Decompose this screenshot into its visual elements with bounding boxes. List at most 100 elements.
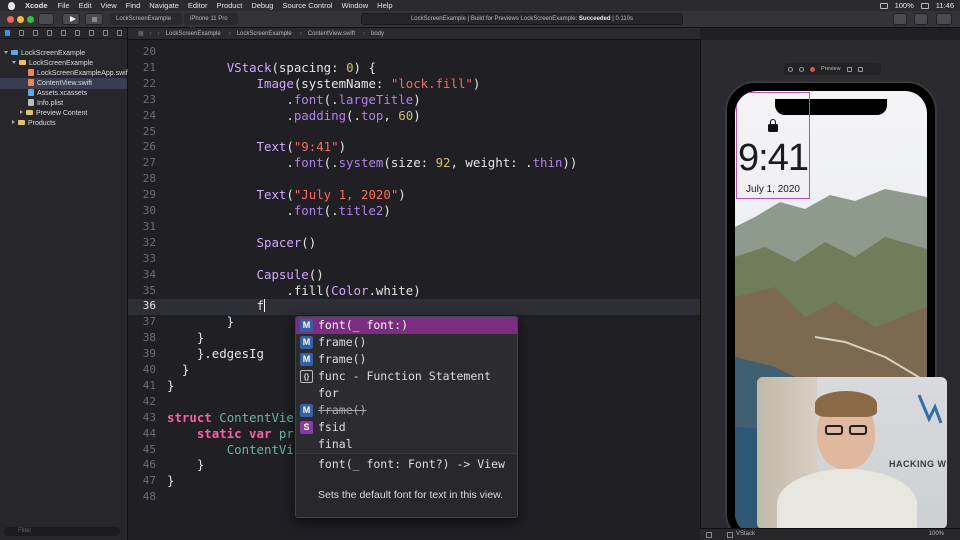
duplicate-preview-icon[interactable] [857, 66, 863, 72]
code-line[interactable]: VStack(spacing: 0) { [167, 60, 376, 75]
code-line[interactable]: } [167, 473, 174, 488]
completion-item[interactable]: Mframe() [296, 334, 517, 351]
menu-item-find[interactable]: Find [126, 0, 141, 11]
completion-item[interactable]: Mframe() [296, 351, 517, 368]
menu-item-editor[interactable]: Editor [188, 0, 208, 11]
report-tab-icon[interactable] [117, 30, 122, 36]
code-token: ) [338, 139, 347, 155]
issue-tab-icon[interactable] [61, 30, 66, 36]
find-tab-icon[interactable] [47, 30, 52, 36]
menu-app-name[interactable]: Xcode [25, 0, 48, 11]
menu-item-window[interactable]: Window [341, 0, 368, 11]
breakpoint-tab-icon[interactable] [103, 30, 108, 36]
breadcrumb-item[interactable]: ContentView.swift [308, 28, 355, 39]
live-preview-icon[interactable] [788, 66, 793, 72]
code-review-button[interactable] [914, 13, 928, 25]
code-token: (. [346, 107, 361, 123]
completion-item[interactable]: final [296, 436, 517, 453]
struct-icon: S [300, 421, 313, 434]
back-icon[interactable]: ‹ [150, 28, 152, 39]
pin-icon[interactable] [706, 532, 712, 538]
navigator-toggle-button[interactable] [38, 13, 54, 25]
disclosure-icon[interactable] [12, 61, 16, 64]
test-tab-icon[interactable] [75, 30, 80, 36]
code-line[interactable]: Capsule() [167, 267, 324, 282]
selected-view-label[interactable]: VStack [736, 529, 755, 540]
completion-item[interactable]: {} func - Function Statement [296, 368, 517, 385]
menu-item-product[interactable]: Product [216, 0, 242, 11]
code-token: static var [196, 425, 272, 441]
completion-item[interactable]: for [296, 385, 517, 402]
code-line[interactable]: } [167, 330, 204, 345]
disclosure-icon[interactable] [4, 51, 8, 54]
method-icon: M [300, 353, 313, 366]
line-number: 29 [142, 188, 156, 202]
code-line[interactable]: static var pr [167, 426, 294, 441]
code-line[interactable]: Text("9:41") [167, 139, 347, 155]
forward-icon[interactable]: › [158, 28, 160, 39]
screen-icon[interactable] [879, 2, 888, 9]
inspector-toggle-button[interactable] [936, 13, 952, 25]
code-token: ContentVi [226, 441, 294, 457]
code-line[interactable]: .padding(.top, 60) [167, 107, 420, 123]
completion-item[interactable]: Mframe() [296, 402, 517, 419]
code-line[interactable]: .font(.largeTitle) [167, 91, 420, 107]
breadcrumb-item[interactable]: LockScreenExample [166, 28, 221, 39]
code-line[interactable]: ContentVi [167, 442, 294, 457]
code-line[interactable]: Spacer() [167, 235, 317, 250]
code-line[interactable]: .font(.title2) [167, 203, 390, 218]
code-line[interactable]: } [167, 378, 174, 393]
close-window-button[interactable] [7, 16, 14, 23]
menu-item-debug[interactable]: Debug [251, 0, 273, 11]
code-line[interactable]: } [167, 362, 189, 377]
code-line[interactable]: .fill(Color.white) [167, 283, 420, 298]
completion-description: Sets the default font for text in this v… [318, 489, 504, 501]
zoom-window-button[interactable] [27, 16, 34, 23]
menu-item-source-control[interactable]: Source Control [282, 0, 332, 11]
breadcrumb-item[interactable]: LockScreenExample [237, 28, 292, 39]
breadcrumb-item[interactable]: body [371, 28, 384, 39]
destination-selector[interactable]: iPhone 11 Pro Max [184, 13, 238, 34]
library-button[interactable] [893, 13, 907, 25]
menu-item-view[interactable]: View [101, 0, 117, 11]
line-number: 26 [142, 140, 156, 154]
debug-tab-icon[interactable] [89, 30, 94, 36]
disclosure-icon[interactable] [20, 110, 23, 114]
stop-button[interactable] [85, 13, 103, 25]
code-line[interactable]: Text("July 1, 2020") [167, 187, 406, 202]
navigator-filter-input[interactable]: Filter [4, 527, 120, 536]
apple-icon[interactable] [8, 1, 15, 10]
source-control-tab-icon[interactable] [19, 30, 24, 36]
menu-item-file[interactable]: File [58, 0, 70, 11]
preview-label[interactable]: Preview [821, 66, 841, 72]
grid-icon[interactable]: ▦ [138, 28, 144, 39]
menu-item-help[interactable]: Help [377, 0, 392, 11]
zoom-level[interactable]: 100% [929, 529, 944, 540]
battery-label[interactable]: 100% [895, 0, 914, 11]
code-line[interactable]: f [167, 298, 265, 313]
menu-item-navigate[interactable]: Navigate [149, 0, 179, 11]
scheme-selector[interactable]: LockScreenExample [110, 13, 182, 25]
minimize-window-button[interactable] [17, 16, 24, 23]
inspect-preview-icon[interactable] [799, 66, 804, 72]
clock-label[interactable]: 11:46 [936, 0, 954, 11]
completion-item[interactable]: Sfsid [296, 419, 517, 436]
code-line[interactable]: } [167, 457, 204, 472]
symbol-tab-icon[interactable] [33, 30, 38, 36]
completion-item[interactable]: Mfont(_ font:) [296, 317, 517, 334]
disclosure-icon[interactable] [12, 120, 15, 124]
code-line[interactable]: } [167, 314, 234, 329]
code-token: . [167, 91, 294, 107]
device-settings-icon[interactable] [846, 66, 852, 72]
code-line[interactable]: .font(.system(size: 92, weight: .thin)) [167, 155, 577, 170]
folder-tab-icon[interactable] [5, 30, 10, 36]
code-line[interactable]: struct ContentVie [167, 410, 294, 425]
menu-item-edit[interactable]: Edit [79, 0, 92, 11]
navigator-item[interactable]: Products [0, 118, 127, 129]
code-line[interactable]: }.edgesIg [167, 346, 264, 361]
run-button[interactable] [62, 13, 80, 25]
project-navigator: LockScreenExample LockScreenExample LockSc… [0, 28, 130, 540]
code-line[interactable]: Image(systemName: "lock.fill") [167, 76, 481, 91]
vstack-selection-outline [736, 92, 810, 199]
battery-icon[interactable] [920, 2, 929, 9]
